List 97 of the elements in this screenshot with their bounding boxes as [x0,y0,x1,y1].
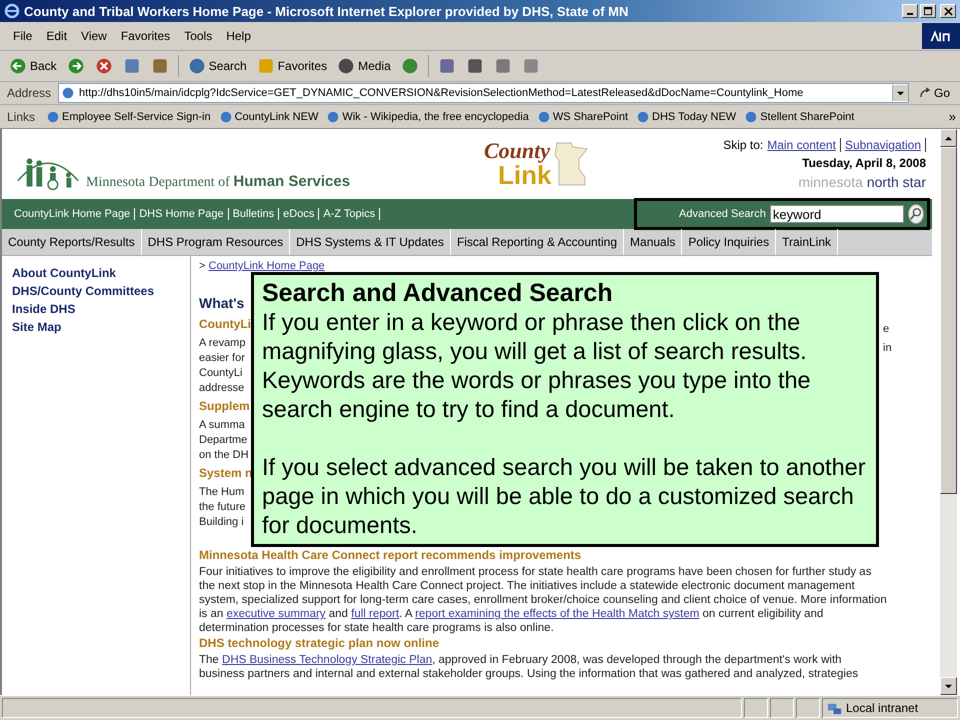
windows-logo [922,23,960,49]
menu-item[interactable]: Tools [177,29,220,43]
stop-icon [94,57,113,75]
favorites-link[interactable]: CountyLink NEW [218,110,318,124]
search-button[interactable] [908,204,924,224]
article-text: A summa [199,418,245,433]
nav-tab[interactable]: Manuals [624,229,682,255]
north-star-logo: minnesota north star [798,174,926,190]
article-heading: Supplem [199,399,250,413]
minimize-button[interactable] [902,4,918,18]
menu-item[interactable]: Help [219,29,258,43]
nav-tab[interactable]: County Reports/Results [2,229,142,255]
article-text: The Hum [199,485,244,500]
article-text: on the DH [199,448,249,463]
up-arrow-icon [945,134,952,142]
scroll-up-button[interactable] [940,129,957,147]
media-button[interactable]: Media [334,55,394,77]
scrollbar-thumb[interactable] [940,147,957,494]
article-link[interactable]: report examining the effects of the Health Match system [415,608,700,620]
dropdown-button[interactable] [892,85,908,101]
nav-link[interactable]: CountyLink Home Page [14,208,136,220]
close-icon [944,6,952,16]
article-text: Building i [199,515,244,530]
sidebar-link[interactable]: Site Map [12,320,190,334]
article-link[interactable]: full report [351,608,400,620]
browser-icon [4,3,20,19]
article-heading: CountyLi [199,317,251,331]
forward-icon [66,57,85,75]
links-label: Links [6,110,36,124]
logo-text: Link [498,162,552,188]
nav-tab[interactable]: DHS Systems & IT Updates [290,229,451,255]
article-text: Departme [199,433,248,448]
back-button[interactable]: Back [6,55,60,77]
go-arrow-icon [918,87,931,99]
article-heading: Minnesota Health Care Connect report recommends improvements [199,548,582,562]
minimize-icon [907,12,913,14]
favorites-link[interactable]: Stellent SharePoint [744,110,854,124]
scroll-down-button[interactable] [940,677,957,695]
menu-item[interactable]: Edit [39,29,74,43]
article-text: addresse [199,381,244,396]
favorites-link[interactable]: WS SharePoint [536,110,628,124]
menu-item[interactable]: File [6,29,40,43]
breadcrumb-link[interactable]: CountyLink Home Page [208,260,325,272]
callout-title: Search and Advanced Search [262,279,614,308]
skip-to-label: Skip to: [723,138,764,152]
favorites-link[interactable]: Wik - Wikipedia, the free encyclopedia [326,110,529,124]
agency-name: Minnesota Department of Human Services [86,173,350,191]
section-title: What's [199,295,244,311]
nav-link[interactable]: DHS Home Page [139,208,229,220]
close-button[interactable] [940,4,956,18]
nav-link[interactable]: eDocs [283,208,320,220]
menu-item[interactable]: Favorites [114,29,178,43]
date-text: Tuesday, April 8, 2008 [802,156,926,170]
article-text: A revamp [199,336,246,351]
sidebar-link[interactable]: DHS/County Committees [12,284,190,298]
favorites-link[interactable]: Employee Self-Service Sign-in [46,110,211,124]
article-text: the future [199,500,246,515]
nav-tab[interactable]: Fiscal Reporting & Accounting [450,229,624,255]
article-text: in [883,341,892,356]
more-links-button[interactable]: » [948,109,956,124]
search-button[interactable]: Search [184,55,250,77]
maximize-icon [924,6,932,16]
search-field[interactable]: keyword [770,205,904,223]
nav-tab[interactable]: DHS Program Resources [142,229,290,255]
sidebar-link[interactable]: About CountyLink [12,266,190,280]
article-link[interactable]: executive summary [226,608,326,620]
callout-text: If you select advanced search you will be taken to another page in which you will be able to do a customized search for documents. [262,453,867,540]
down-arrow-icon [945,682,952,690]
article-text: The DHS Business Technology Strategic Plan, approved in February 2008, was developed through the department's work with business partners and internal and external stakeholder groups. Using the information that was gathered and analyzed, strategies [199,653,860,681]
skip-link[interactable]: Main content [767,138,841,152]
menu-item[interactable]: View [74,29,114,43]
back-icon [9,57,27,75]
article-text: CountyLi [199,366,242,381]
address-field[interactable]: http://dhs10in5/main/idcplg?IdcService=GET_DYNAMIC_CONVERSION&RevisionSelectionMethod=LatestReleased&dDocName=Countylink_Home [58,83,909,103]
nav-link[interactable]: A-Z Topics [323,208,380,220]
article-text: e [883,322,890,337]
callout-text: If you enter in a keyword or phrase then click on the magnifying glass, you will get a list of search results. Keywords are the words or phrases you type into the search engine to try to find a document. [262,308,812,424]
logo-text: County [484,140,552,162]
maximize-button[interactable] [920,4,936,18]
breadcrumb-marker: > [199,260,206,272]
article-text: easier for [199,351,245,366]
window-title: County and Tribal Workers Home Page - Microsoft Internet Explorer provided by DHS, State of MN [24,4,630,18]
nav-link[interactable]: Bulletins [232,208,280,220]
article-link[interactable]: DHS Business Technology Strategic Plan [222,654,432,666]
advanced-search-link[interactable]: Advanced Search [679,208,766,220]
security-zone: Local intranet [822,698,958,718]
address-label: Address [6,86,52,100]
nav-tab[interactable]: Policy Inquiries [682,229,776,255]
skip-link[interactable]: Subnavigation [844,138,926,152]
article-heading: DHS technology strategic plan now online [199,636,440,650]
go-button[interactable]: Go [912,86,956,100]
favorites-link[interactable]: DHS Today NEW [636,110,736,124]
article-text: Four initiatives to improve the eligibility and enrollment process for state health care programs have been chosen for further study as the next stop in the Minnesota Health Care Connect project. The initiatives include a statewide electronic document management system, specialized support for long-term care cases, enrollment broker/choice counseling and client choice of venue. More information is an executive summary and full report. A report examining the effects of the Health Match system on current eligibility and determination processes for state health care programs is also online. [199,565,888,635]
nav-tab[interactable]: TrainLink [776,229,838,255]
dropdown-icon [896,90,904,96]
sidebar-link[interactable]: Inside DHS [12,302,190,316]
favorites-button[interactable]: Favorites [254,55,330,77]
